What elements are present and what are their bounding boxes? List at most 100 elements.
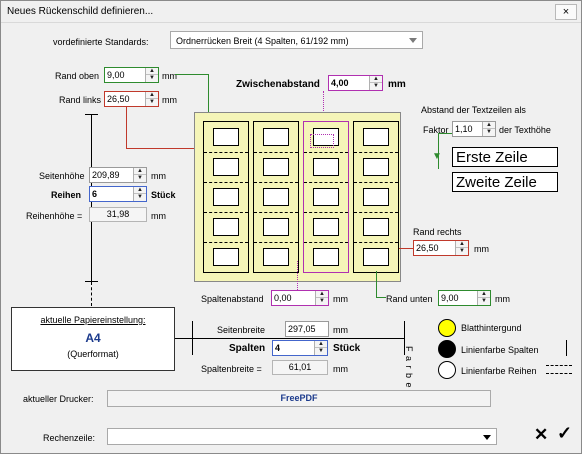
rows-spin-buttons[interactable]: ▲ ▼ xyxy=(133,187,146,201)
margin-right-spinner[interactable]: 26,50 ▲ ▼ xyxy=(413,240,469,256)
col-spacing-spin-buttons[interactable]: ▲ ▼ xyxy=(315,291,328,305)
spin-down-icon[interactable]: ▼ xyxy=(146,99,158,106)
spin-up-icon[interactable]: ▲ xyxy=(146,92,158,99)
margin-left-label: Rand links xyxy=(59,95,102,105)
spin-down-icon[interactable]: ▼ xyxy=(316,298,328,305)
spin-up-icon[interactable]: ▲ xyxy=(315,341,327,348)
col-spacing-value[interactable]: 0,00 xyxy=(274,293,292,303)
spin-down-icon[interactable]: ▼ xyxy=(315,348,327,355)
spin-up-icon[interactable]: ▲ xyxy=(134,168,146,175)
rows-spinner[interactable]: 6 ▲ ▼ xyxy=(89,186,147,202)
chevron-down-icon[interactable] xyxy=(483,435,491,440)
row-line-sample-2 xyxy=(546,373,572,374)
cols-value[interactable]: 4 xyxy=(275,343,280,353)
column-line-color-swatch[interactable] xyxy=(438,340,456,358)
sheet-column xyxy=(353,121,399,273)
sheet-cell xyxy=(213,218,239,236)
spin-up-icon[interactable]: ▲ xyxy=(316,291,328,298)
margin-right-spin-buttons[interactable]: ▲ ▼ xyxy=(455,241,468,255)
sheet-row-divider xyxy=(354,212,398,213)
page-width-spinner[interactable]: 297,05 xyxy=(285,321,329,337)
spin-up-icon[interactable]: ▲ xyxy=(483,122,495,129)
col-spacing-connector xyxy=(297,261,298,290)
margin-left-spinner[interactable]: 26,50 ▲ ▼ xyxy=(104,91,159,107)
cols-spin-buttons[interactable]: ▲ ▼ xyxy=(314,341,327,355)
spacing-label: Zwischenabstand xyxy=(236,79,320,90)
page-height-spinner[interactable]: 209,89 ▲ ▼ xyxy=(89,167,147,183)
spacing-value[interactable]: 4,00 xyxy=(331,78,349,88)
col-spacing-unit: mm xyxy=(333,294,348,304)
margin-left-spin-buttons[interactable]: ▲ ▼ xyxy=(145,92,158,106)
margin-bottom-spinner[interactable]: 9,00 ▲ ▼ xyxy=(438,290,491,306)
margin-left-connector-v xyxy=(126,107,127,149)
printer-field[interactable]: FreePDF xyxy=(107,390,491,407)
chevron-down-icon[interactable] xyxy=(409,38,417,43)
close-button[interactable]: × xyxy=(555,4,577,20)
margin-top-spin-buttons[interactable]: ▲ ▼ xyxy=(145,68,158,82)
arrow-down-icon: ▼ xyxy=(432,151,442,162)
margin-top-unit: mm xyxy=(162,71,177,81)
cancel-icon[interactable]: ✕ xyxy=(534,425,548,445)
spin-up-icon[interactable]: ▲ xyxy=(134,187,146,194)
sheet-cell xyxy=(213,158,239,176)
margin-top-spinner[interactable]: 9,00 ▲ ▼ xyxy=(104,67,159,83)
rows-value[interactable]: 6 xyxy=(92,189,97,199)
row-height-label: Reihenhöhe = xyxy=(26,211,83,221)
sheet-cell xyxy=(313,248,339,266)
paper-settings-card: aktuelle Papiereinstellung: A4 (Querform… xyxy=(11,307,175,371)
factor-spin-buttons[interactable]: ▲ ▼ xyxy=(482,122,495,136)
ok-icon[interactable]: ✓ xyxy=(557,423,572,444)
page-width-value[interactable]: 297,05 xyxy=(288,324,316,334)
margin-right-value[interactable]: 26,50 xyxy=(416,243,439,253)
margin-top-connector xyxy=(175,74,209,75)
margin-bottom-value[interactable]: 9,00 xyxy=(441,293,459,303)
calc-input[interactable] xyxy=(107,428,497,445)
spin-down-icon[interactable]: ▼ xyxy=(134,175,146,182)
page-height-spin-buttons[interactable]: ▲ ▼ xyxy=(133,168,146,182)
margin-left-value[interactable]: 26,50 xyxy=(107,94,130,104)
margin-bottom-spin-buttons[interactable]: ▲ ▼ xyxy=(477,291,490,305)
row-line-color-swatch[interactable] xyxy=(438,361,456,379)
spin-down-icon[interactable]: ▼ xyxy=(134,194,146,201)
spacing-unit: mm xyxy=(388,79,406,90)
spin-down-icon[interactable]: ▼ xyxy=(478,298,490,305)
width-cap-left xyxy=(192,321,193,355)
factor-value[interactable]: 1,10 xyxy=(455,124,473,134)
spacing-spin-buttons[interactable]: ▲ ▼ xyxy=(369,76,382,90)
background-color-swatch[interactable] xyxy=(438,319,456,337)
margin-top-value[interactable]: 9,00 xyxy=(107,70,125,80)
sheet-column xyxy=(203,121,249,273)
spin-up-icon[interactable]: ▲ xyxy=(456,241,468,248)
standards-label: vordefinierte Standards: xyxy=(53,37,149,47)
sheet-row-divider xyxy=(204,212,248,213)
page-height-value[interactable]: 209,89 xyxy=(92,170,120,180)
sheet-cell xyxy=(213,248,239,266)
standards-value: Ordnerrücken Breit (4 Spalten, 61/192 mm… xyxy=(176,36,349,46)
cols-spinner[interactable]: 4 ▲ ▼ xyxy=(272,340,328,356)
spin-down-icon[interactable]: ▼ xyxy=(483,129,495,136)
margin-bottom-connector-v xyxy=(376,271,377,298)
col-width-value: 61,01 xyxy=(272,360,328,375)
col-spacing-spinner[interactable]: 0,00 ▲ ▼ xyxy=(271,290,329,306)
spacing-spinner[interactable]: 4,00 ▲ ▼ xyxy=(328,75,383,91)
column-line-color-label: Linienfarbe Spalten xyxy=(461,345,539,355)
factor-suffix: der Texthöhe xyxy=(499,125,551,135)
spin-up-icon[interactable]: ▲ xyxy=(370,76,382,83)
factor-spinner[interactable]: 1,10 ▲ ▼ xyxy=(452,121,496,137)
standards-select[interactable]: Ordnerrücken Breit (4 Spalten, 61/192 mm… xyxy=(170,31,423,49)
paper-size: A4 xyxy=(85,331,101,345)
spin-down-icon[interactable]: ▼ xyxy=(370,83,382,90)
spin-up-icon[interactable]: ▲ xyxy=(478,291,490,298)
cols-unit: Stück xyxy=(333,343,361,354)
row-line-sample-1 xyxy=(546,365,572,366)
sheet-preview xyxy=(194,112,401,282)
row-height-unit: mm xyxy=(151,211,166,221)
sheet-row-divider xyxy=(254,182,298,183)
spin-down-icon[interactable]: ▼ xyxy=(456,248,468,255)
sheet-cell xyxy=(213,128,239,146)
spin-up-icon[interactable]: ▲ xyxy=(146,68,158,75)
spin-down-icon[interactable]: ▼ xyxy=(146,75,158,82)
column-line-sample xyxy=(566,340,567,356)
sample-line-2: Zweite Zeile xyxy=(456,174,537,191)
sheet-cell xyxy=(263,128,289,146)
